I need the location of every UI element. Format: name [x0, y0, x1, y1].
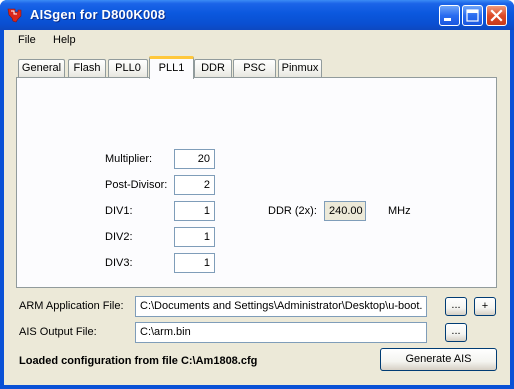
- post-divisor-label: Post-Divisor:: [105, 179, 168, 191]
- window-title: AISgen for D800K008: [30, 7, 166, 22]
- div1-input[interactable]: 1: [174, 201, 215, 221]
- maximize-icon: [466, 9, 479, 22]
- add-file-button[interactable]: +: [474, 297, 496, 316]
- arm-browse-button[interactable]: ...: [445, 297, 467, 316]
- ti-logo-icon: [7, 8, 22, 23]
- div3-label: DIV3:: [105, 257, 133, 269]
- div3-input[interactable]: 1: [174, 253, 215, 273]
- menu-file[interactable]: File: [18, 34, 36, 46]
- menu-bar: File Help: [4, 30, 510, 52]
- ddr-label: DDR (2x):: [268, 205, 317, 217]
- multiplier-label: Multiplier:: [105, 153, 153, 165]
- maximize-button[interactable]: [462, 5, 483, 26]
- status-message: Loaded configuration from file C:\Am1808…: [19, 355, 258, 367]
- minimize-button[interactable]: [439, 5, 460, 26]
- multiplier-input[interactable]: 20: [174, 149, 215, 169]
- close-icon: [490, 9, 503, 22]
- tab-ddr[interactable]: DDR: [194, 59, 232, 78]
- ais-output-file-label: AIS Output File:: [19, 326, 97, 338]
- menu-help[interactable]: Help: [53, 34, 76, 46]
- post-divisor-input[interactable]: 2: [174, 175, 215, 195]
- close-button[interactable]: [486, 5, 507, 26]
- tab-psc[interactable]: PSC: [233, 59, 276, 78]
- arm-application-file-input[interactable]: C:\Documents and Settings\Administrator\…: [135, 296, 427, 317]
- app-window: AISgen for D800K008 File Help General Fl…: [0, 0, 514, 389]
- minimize-icon: [444, 18, 451, 21]
- client-area: File Help General Flash PLL0 PLL1 DDR PS…: [4, 30, 510, 385]
- ais-browse-button[interactable]: ...: [445, 323, 467, 342]
- div2-input[interactable]: 1: [174, 227, 215, 247]
- tab-pll1[interactable]: PLL1: [149, 56, 194, 79]
- title-bar[interactable]: AISgen for D800K008: [0, 0, 514, 30]
- tab-pinmux[interactable]: Pinmux: [278, 59, 322, 78]
- pll1-tab-panel: Multiplier: 20 Post-Divisor: 2 DIV1: 1 D…: [16, 77, 497, 288]
- ddr-frequency-readout: 240.00: [324, 201, 366, 221]
- tab-general[interactable]: General: [18, 59, 65, 78]
- div2-label: DIV2:: [105, 231, 133, 243]
- arm-application-file-label: ARM Application File:: [19, 300, 124, 312]
- ddr-unit-label: MHz: [388, 205, 411, 217]
- generate-ais-button[interactable]: Generate AIS: [380, 348, 497, 371]
- tab-pll0[interactable]: PLL0: [108, 59, 148, 78]
- ais-output-file-input[interactable]: C:\arm.bin: [135, 322, 427, 343]
- div1-label: DIV1:: [105, 205, 133, 217]
- tab-flash[interactable]: Flash: [68, 59, 106, 78]
